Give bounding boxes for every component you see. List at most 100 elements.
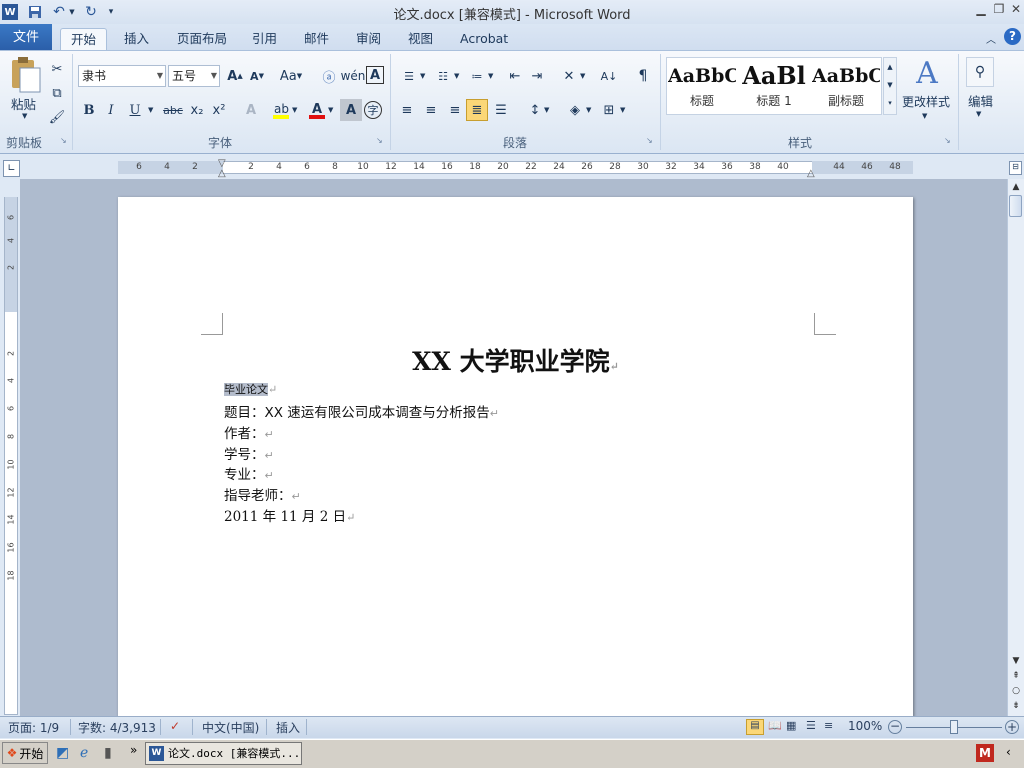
tab-mailings[interactable]: 邮件 — [294, 28, 339, 51]
copy-icon[interactable]: ⧉ — [46, 82, 68, 104]
close-icon[interactable]: ✕ — [1007, 2, 1024, 18]
doc-line-advisor[interactable]: 指导老师：↵ — [224, 484, 301, 504]
media-icon[interactable]: ▮ — [104, 745, 112, 761]
bold-button[interactable]: B — [78, 99, 100, 121]
zoom-in-icon[interactable]: + — [1005, 720, 1019, 734]
scroll-thumb[interactable] — [1009, 195, 1022, 217]
more-icon[interactable]: » — [130, 743, 137, 757]
tab-insert[interactable]: 插入 — [114, 28, 159, 51]
style-title[interactable]: AaBbC 标题 — [668, 62, 736, 112]
style-subtitle[interactable]: AaBbC 副标题 — [812, 62, 880, 112]
language-indicator[interactable]: 中文(中国) — [202, 719, 259, 736]
insert-mode-indicator[interactable]: 插入 — [276, 719, 300, 736]
line-spacing-dropdown-icon[interactable]: ▼ — [544, 106, 549, 114]
tab-file[interactable]: 文件 — [0, 24, 52, 51]
next-page-icon[interactable]: ⇟ — [1008, 699, 1024, 714]
shading-dropdown-icon[interactable]: ▼ — [586, 106, 591, 114]
paragraph-launcher-icon[interactable]: ↘ — [646, 136, 653, 145]
editing-dropdown-icon[interactable]: ▼ — [976, 110, 981, 118]
web-layout-icon[interactable]: ▦ — [786, 719, 796, 732]
cut-icon[interactable]: ✂ — [46, 58, 68, 80]
bullets-icon[interactable]: ☰ — [398, 65, 420, 87]
distributed-icon[interactable]: ☰ — [490, 99, 512, 121]
italic-button[interactable]: I — [100, 99, 122, 121]
minimize-icon[interactable]: ▁ — [972, 2, 990, 18]
print-layout-view-icon[interactable]: ▤ — [746, 719, 764, 735]
style-heading-1[interactable]: AaBl 标题 1 — [740, 62, 808, 112]
doc-line-date[interactable]: 2011 年 11 月 2 日↵ — [224, 505, 355, 525]
clear-formatting-icon[interactable]: ⓐ — [318, 65, 340, 87]
outline-view-icon[interactable]: ☰ — [806, 719, 816, 732]
zoom-level[interactable]: 100% — [848, 719, 882, 733]
tray-expand-icon[interactable]: ‹ — [1006, 745, 1011, 759]
paste-dropdown-icon[interactable]: ▼ — [22, 112, 27, 120]
highlight-color-icon[interactable]: ab — [270, 99, 292, 121]
doc-line-thesis[interactable]: 毕业论文↵ — [224, 381, 277, 397]
shrink-font-icon[interactable]: A ▼ — [246, 65, 268, 87]
hanging-indent-marker[interactable]: △ — [218, 168, 226, 179]
tab-home[interactable]: 开始 — [60, 28, 108, 51]
decrease-indent-icon[interactable]: ⇤ — [504, 65, 526, 87]
chinese-layout-icon[interactable]: ✕ — [558, 65, 580, 87]
bullets-dropdown-icon[interactable]: ▼ — [420, 72, 425, 80]
full-screen-reading-icon[interactable]: 📖 — [768, 719, 782, 732]
increase-indent-icon[interactable]: ⇥ — [526, 65, 548, 87]
underline-button[interactable]: U — [124, 99, 146, 121]
taskbar-word-item[interactable]: 论文.docx [兼容模式... — [145, 742, 302, 765]
enclose-characters-button[interactable]: 字 — [364, 101, 382, 119]
scroll-down-icon[interactable]: ▼ — [1008, 654, 1024, 669]
line-spacing-icon[interactable]: ↕ — [524, 99, 546, 121]
tray-app-icon[interactable]: M — [976, 744, 994, 762]
tab-review[interactable]: 审阅 — [346, 28, 391, 51]
select-browse-object-icon[interactable]: ○ — [1008, 684, 1024, 699]
tab-view[interactable]: 视图 — [398, 28, 443, 51]
grow-font-icon[interactable]: A ▲ — [224, 65, 246, 87]
borders-dropdown-icon[interactable]: ▼ — [620, 106, 625, 114]
editing-label[interactable]: 编辑 — [968, 91, 993, 110]
start-button[interactable]: ❖ 开始 — [2, 742, 48, 764]
align-right-icon[interactable]: ≡ — [444, 99, 466, 121]
font-size-select[interactable]: 五号 ▼ — [168, 65, 220, 87]
styles-scroll[interactable]: ▲ ▼ ▾ — [883, 57, 897, 115]
horizontal-ruler[interactable] — [118, 161, 913, 174]
document-title[interactable]: XX 大学职业学院↵ — [118, 342, 913, 378]
doc-line-topic[interactable]: 题目：XX 速运有限公司成本调查与分析报告↵ — [224, 401, 499, 421]
previous-page-icon[interactable]: ⇞ — [1008, 669, 1024, 684]
doc-line-major[interactable]: 专业：↵ — [224, 463, 274, 483]
show-paragraph-marks-icon[interactable]: ¶ — [632, 65, 654, 87]
change-case-icon[interactable]: Aa ▼ — [278, 65, 304, 87]
align-center-icon[interactable]: ≡ — [420, 99, 442, 121]
draft-view-icon[interactable]: ≡ — [824, 719, 833, 732]
vertical-scrollbar[interactable] — [1007, 179, 1024, 716]
font-color-icon[interactable]: A — [306, 99, 328, 121]
multilevel-list-icon[interactable]: ≔ — [466, 65, 488, 87]
scroll-up-icon[interactable]: ▲ — [1008, 180, 1024, 195]
zoom-slider-thumb[interactable] — [950, 720, 958, 734]
restore-icon[interactable]: ❐ — [990, 2, 1008, 18]
borders-icon[interactable]: ⊞ — [598, 99, 620, 121]
desktop-icon[interactable]: ◩ — [56, 745, 69, 761]
help-icon[interactable]: ? — [1004, 28, 1021, 45]
tab-references[interactable]: 引用 — [242, 28, 287, 51]
page-indicator[interactable]: 页面: 1/9 — [8, 719, 59, 736]
font-launcher-icon[interactable]: ↘ — [376, 136, 383, 145]
font-color-dropdown-icon[interactable]: ▼ — [328, 106, 333, 114]
sort-icon[interactable]: A↓ — [598, 65, 620, 87]
character-shading-button[interactable]: A — [340, 99, 362, 121]
view-ruler-icon[interactable]: ⊟ — [1009, 161, 1022, 175]
character-border-icon[interactable]: A — [366, 66, 384, 84]
shading-icon[interactable]: ◈ — [564, 99, 586, 121]
word-count[interactable]: 字数: 4/3,913 — [78, 719, 156, 736]
align-left-icon[interactable]: ≡ — [396, 99, 418, 121]
phonetic-guide-icon[interactable]: wén — [341, 65, 366, 87]
numbering-dropdown-icon[interactable]: ▼ — [454, 72, 459, 80]
doc-line-author[interactable]: 作者：↵ — [224, 422, 274, 442]
chinese-layout-dropdown-icon[interactable]: ▼ — [580, 72, 585, 80]
change-styles-label[interactable]: 更改样式 — [902, 93, 950, 110]
change-styles-icon[interactable]: A — [910, 56, 944, 92]
styles-launcher-icon[interactable]: ↘ — [944, 136, 951, 145]
find-binoculars-icon[interactable]: ⚲ — [966, 57, 994, 87]
format-painter-icon[interactable]: 🖌 — [46, 106, 68, 128]
zoom-out-icon[interactable]: − — [888, 720, 902, 734]
doc-line-student-id[interactable]: 学号：↵ — [224, 443, 274, 463]
